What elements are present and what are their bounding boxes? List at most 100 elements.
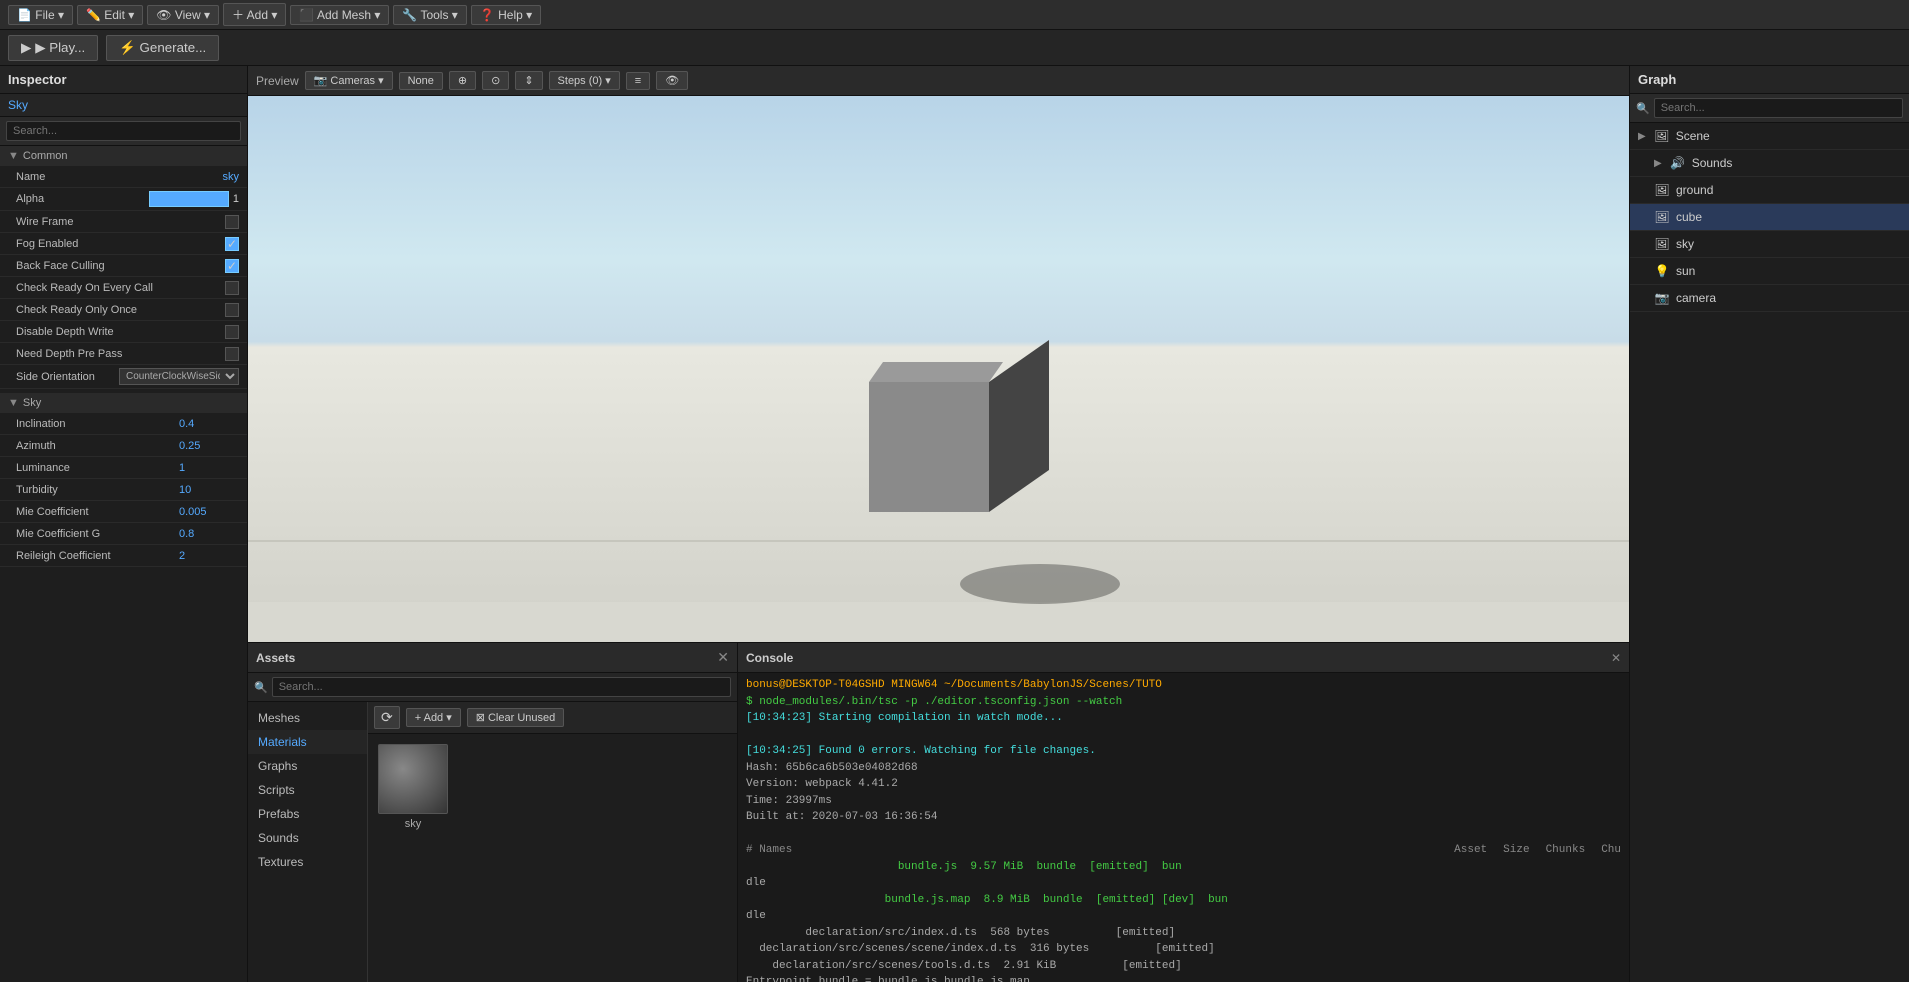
- generate-button[interactable]: ⚡ Generate...: [106, 35, 219, 61]
- menu-file[interactable]: 📄 File ▾: [8, 5, 73, 25]
- sky-expand-arrow: ▼: [8, 397, 19, 409]
- asset-item-sky[interactable]: sky: [378, 744, 448, 830]
- console-line-0: bonus@DESKTOP-T04GSHD MINGW64 ~/Document…: [746, 677, 1621, 694]
- console-line-9: [746, 826, 1621, 843]
- prop-inclination-row: Inclination 0.4: [0, 413, 247, 435]
- alpha-bar[interactable]: [149, 191, 229, 207]
- menu-add-mesh[interactable]: ⬛ Add Mesh ▾: [290, 5, 389, 25]
- preview-canvas[interactable]: [248, 96, 1629, 642]
- preview-area: Preview 📷 Cameras ▾ None ⊕ ⊙ ⇕ Steps (0)…: [248, 66, 1629, 642]
- rotate-icon-btn[interactable]: ⊙: [482, 71, 509, 90]
- prop-name-value: sky: [223, 171, 240, 183]
- console-line-3: [746, 727, 1621, 744]
- move-icon-btn[interactable]: ⊕: [449, 71, 476, 90]
- assets-search-input[interactable]: [272, 677, 731, 697]
- console-line-decl3: declaration/src/scenes/tools.d.ts 2.91 K…: [746, 958, 1621, 975]
- sounds-icon: 🔊: [1670, 155, 1686, 171]
- console-line-6: Version: webpack 4.41.2: [746, 776, 1621, 793]
- steps-button[interactable]: Steps (0) ▾: [549, 71, 620, 90]
- menu-view[interactable]: 👁 View ▾: [147, 5, 219, 25]
- assets-clear-unused-button[interactable]: ⊠ Clear Unused: [467, 708, 564, 727]
- console-close-button[interactable]: ✕: [1611, 651, 1621, 665]
- menu-help[interactable]: ❓ Help ▾: [471, 5, 541, 25]
- fog-checkbox[interactable]: ✓: [225, 237, 239, 251]
- prop-turbidity-row: Turbidity 10: [0, 479, 247, 501]
- prop-mie-coef-value: 0.005: [179, 506, 239, 518]
- prop-backface-label: Back Face Culling: [16, 260, 225, 272]
- assets-section-scripts[interactable]: Scripts: [248, 778, 367, 802]
- prop-checkready-every-label: Check Ready On Every Call: [16, 282, 225, 294]
- inspector-panel: Inspector Sky ▼ Common Name sky Alpha 1 …: [0, 66, 248, 982]
- checkready-once-checkbox[interactable]: [225, 303, 239, 317]
- prop-alpha-value: 1: [233, 193, 239, 205]
- prop-azimuth-label: Azimuth: [16, 440, 179, 452]
- need-depth-checkbox[interactable]: [225, 347, 239, 361]
- prop-alpha-row: Alpha 1: [0, 188, 247, 211]
- cube-icon: 🖼: [1654, 209, 1670, 225]
- prop-disable-depth-row: Disable Depth Write: [0, 321, 247, 343]
- inspector-search-input[interactable]: [6, 121, 241, 141]
- none-button[interactable]: None: [399, 72, 443, 90]
- console-line-dle2: dle: [746, 908, 1621, 925]
- wireframe-checkbox[interactable]: [225, 215, 239, 229]
- prop-fog-row: Fog Enabled ✓: [0, 233, 247, 255]
- assets-add-button[interactable]: + Add ▾: [406, 708, 461, 727]
- menu-tools[interactable]: 🔧 Tools ▾: [393, 5, 466, 25]
- console-content[interactable]: bonus@DESKTOP-T04GSHD MINGW64 ~/Document…: [738, 673, 1629, 982]
- cameras-button[interactable]: 📷 Cameras ▾: [305, 71, 393, 90]
- sky-section-header[interactable]: ▼ Sky: [0, 393, 247, 413]
- prop-turbidity-label: Turbidity: [16, 484, 179, 496]
- graph-item-sun[interactable]: 💡 sun: [1630, 258, 1909, 285]
- menu-add[interactable]: ＋ Add ▾: [223, 3, 286, 26]
- graph-scene-label: Scene: [1676, 129, 1710, 143]
- graph-cube-label: cube: [1676, 210, 1702, 224]
- disable-depth-checkbox[interactable]: [225, 325, 239, 339]
- prop-checkready-once-row: Check Ready Only Once: [0, 299, 247, 321]
- camera-graph-icon: 📷: [1654, 290, 1670, 306]
- graph-sounds-label: Sounds: [1692, 156, 1733, 170]
- assets-section-sounds[interactable]: Sounds: [248, 826, 367, 850]
- side-orient-select[interactable]: CounterClockWiseSideOrient: [119, 368, 239, 385]
- console-line-decl2: declaration/src/scenes/scene/index.d.ts …: [746, 941, 1621, 958]
- graph-item-scene[interactable]: ▶ 🖼 Scene: [1630, 123, 1909, 150]
- graph-title: Graph: [1630, 66, 1909, 94]
- prop-side-orient-row: Side Orientation CounterClockWiseSideOri…: [0, 365, 247, 389]
- graph-search-input[interactable]: [1654, 98, 1903, 118]
- asset-name-sky: sky: [405, 818, 422, 830]
- cube-3d: [839, 362, 1039, 562]
- prop-mie-coef-g-label: Mie Coefficient G: [16, 528, 179, 540]
- assets-refresh-button[interactable]: ⟳: [374, 706, 400, 729]
- graph-item-camera[interactable]: 📷 camera: [1630, 285, 1909, 312]
- menu-edit[interactable]: ✏️ Edit ▾: [77, 5, 143, 25]
- graph-sky-label: sky: [1676, 237, 1694, 251]
- assets-section-textures[interactable]: Textures: [248, 850, 367, 874]
- graph-item-sounds[interactable]: ▶ 🔊 Sounds: [1630, 150, 1909, 177]
- play-button[interactable]: ▶ ▶ Play...: [8, 35, 98, 61]
- prop-mie-coef-row: Mie Coefficient 0.005: [0, 501, 247, 523]
- prop-reileigh-row: Reileigh Coefficient 2: [0, 545, 247, 567]
- eye-btn[interactable]: 👁: [656, 71, 688, 90]
- backface-checkbox[interactable]: ✓: [225, 259, 239, 273]
- graph-item-ground[interactable]: 🖼 ground: [1630, 177, 1909, 204]
- console-line-bundle: bundle.js 9.57 MiB bundle [emitted] bun: [746, 859, 1621, 876]
- assets-section-materials[interactable]: Materials: [248, 730, 367, 754]
- assets-section-graphs[interactable]: Graphs: [248, 754, 367, 778]
- assets-section-prefabs[interactable]: Prefabs: [248, 802, 367, 826]
- play-label: ▶ Play...: [35, 40, 85, 56]
- prop-name-row: Name sky: [0, 166, 247, 188]
- assets-section-meshes[interactable]: Meshes: [248, 706, 367, 730]
- scale-icon-btn[interactable]: ⇕: [515, 71, 542, 90]
- center-panel: Preview 📷 Cameras ▾ None ⊕ ⊙ ⇕ Steps (0)…: [248, 66, 1629, 982]
- cube-container: [839, 362, 1039, 562]
- menu-dots-btn[interactable]: ≡: [626, 72, 650, 90]
- graph-item-cube[interactable]: 🖼 cube: [1630, 204, 1909, 231]
- graph-item-sky[interactable]: 🖼 sky: [1630, 231, 1909, 258]
- common-section-label: Common: [23, 150, 68, 162]
- prop-mie-coef-g-row: Mie Coefficient G 0.8: [0, 523, 247, 545]
- console-line-4: [10:34:25] Found 0 errors. Watching for …: [746, 743, 1621, 760]
- assets-close-button[interactable]: ✕: [717, 649, 729, 666]
- none-label: None: [408, 75, 434, 87]
- prop-checkready-once-label: Check Ready Only Once: [16, 304, 225, 316]
- checkready-every-checkbox[interactable]: [225, 281, 239, 295]
- common-section-header[interactable]: ▼ Common: [0, 146, 247, 166]
